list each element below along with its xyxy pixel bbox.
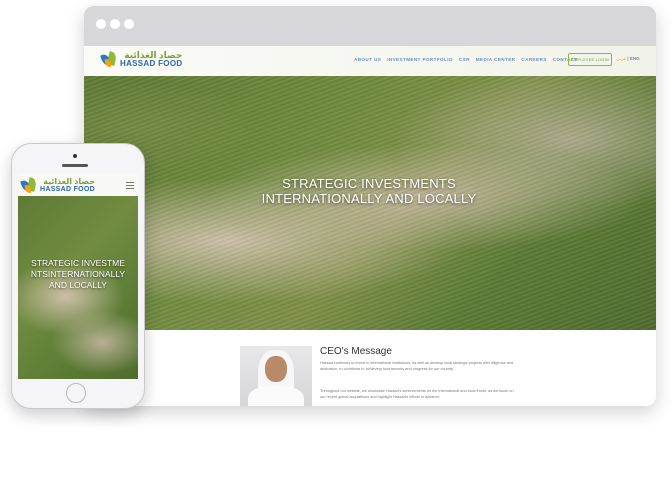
site-header: حصاد الغذائية HASSAD FOOD ABOUT US INVES… — [84, 46, 656, 77]
hero-slider-pager — [354, 333, 405, 339]
slider-dot-icon[interactable] — [381, 333, 387, 339]
hero-banner: STRATEGIC INVESTMENTS INTERNATIONALLY AN… — [84, 76, 656, 339]
site-logo[interactable]: حصاد الغذائية HASSAD FOOD — [100, 50, 182, 68]
ceo-photo — [240, 346, 312, 406]
nav-item-csr[interactable]: CSR — [459, 57, 470, 62]
lang-arabic-link[interactable]: عربي — [616, 56, 626, 61]
ceo-paragraph-2: Throughout our website, we showcase Hass… — [320, 389, 514, 399]
phone-screen: حصاد الغذائية HASSAD FOOD STRATEGIC INVE… — [18, 174, 138, 379]
hamburger-menu-icon[interactable] — [126, 182, 134, 191]
ceo-message-title: CEO's Message — [320, 346, 392, 357]
hero-title: STRATEGIC INVESTMENTS INTERNATIONALLY AN… — [234, 176, 504, 206]
logo-english-text: HASSAD FOOD — [120, 58, 183, 68]
mobile-site-logo[interactable]: حصاد الغذائية HASSAD FOOD — [20, 176, 95, 194]
hero-title-line-2: INTERNATIONALLY AND LOCALLY — [261, 191, 477, 206]
nav-item-careers[interactable]: CAREERS — [521, 57, 546, 62]
mobile-logo-english-text: HASSAD FOOD — [40, 185, 96, 193]
slider-dot-icon[interactable] — [363, 333, 369, 339]
leaf-logo-icon — [20, 176, 38, 194]
browser-title-bar — [84, 6, 656, 46]
nav-item-media-center[interactable]: MEDIA CENTER — [476, 57, 516, 62]
phone-home-button[interactable] — [66, 383, 86, 403]
phone-camera-icon — [73, 154, 77, 158]
lang-english-link[interactable]: ENG — [630, 56, 640, 61]
slider-dot-icon[interactable] — [399, 333, 405, 339]
desktop-browser-mockup: حصاد الغذائية HASSAD FOOD ABOUT US INVES… — [84, 6, 656, 406]
employee-login-button[interactable]: EMPLOYEE LOGIN — [568, 53, 612, 66]
phone-speaker-icon — [62, 164, 88, 167]
mobile-hero-banner: STRATEGIC INVESTMENTSINTERNATIONALLY AND… — [18, 196, 138, 379]
window-dot-icon — [110, 19, 120, 29]
slider-dot-icon[interactable] — [372, 333, 378, 339]
mobile-hero-title: STRATEGIC INVESTMENTSINTERNATIONALLY AND… — [30, 258, 126, 290]
ceo-paragraph-1: Hassad continues to invest in internatio… — [320, 361, 514, 371]
ceo-message-section: CEO's Message Hassad continues to invest… — [84, 330, 656, 406]
slider-dot-icon[interactable] — [354, 333, 360, 339]
slider-dot-icon[interactable] — [390, 333, 396, 339]
nav-item-investment-portfolio[interactable]: INVESTMENT PORTFOLIO — [387, 57, 453, 62]
leaf-logo-icon — [100, 50, 118, 68]
window-dot-icon — [124, 19, 134, 29]
browser-viewport: حصاد الغذائية HASSAD FOOD ABOUT US INVES… — [84, 46, 656, 406]
main-nav: ABOUT US INVESTMENT PORTFOLIO CSR MEDIA … — [354, 57, 578, 62]
mobile-site-header: حصاد الغذائية HASSAD FOOD — [18, 174, 138, 197]
nav-item-about-us[interactable]: ABOUT US — [354, 57, 381, 62]
window-dot-icon — [96, 19, 106, 29]
phone-mockup: حصاد الغذائية HASSAD FOOD STRATEGIC INVE… — [11, 143, 145, 409]
mobile-logo-arabic-text: حصاد الغذائية — [43, 176, 96, 186]
hero-title-line-1: STRATEGIC INVESTMENTS — [282, 176, 456, 191]
language-switcher: عربي | ENG — [616, 56, 640, 62]
